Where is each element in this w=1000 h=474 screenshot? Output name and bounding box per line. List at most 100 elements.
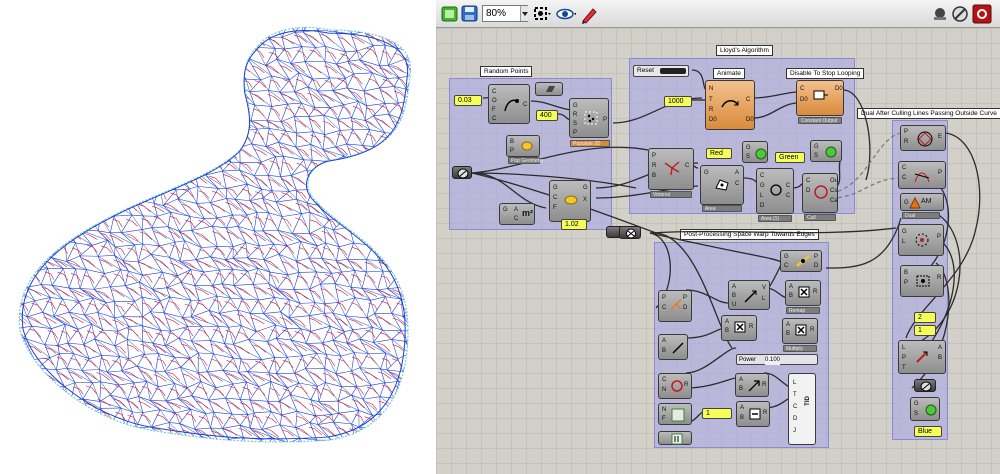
power-label: Power [739, 357, 757, 363]
curve-output-param[interactable] [914, 379, 936, 392]
distance-icon [670, 299, 682, 311]
dual-label: Dual [902, 212, 940, 219]
bounding-curve-component[interactable]: CO FC C [488, 84, 530, 124]
screenshot-root: 80% Random Points Lloyd's Algorithm Anim… [0, 0, 1000, 474]
weave-component[interactable]: CD Ou Cs Ca [802, 173, 838, 213]
red-panel[interactable]: Red [706, 148, 732, 159]
remap-label: Remap [786, 307, 820, 314]
grasshopper-canvas[interactable]: Random Points Lloyd's Algorithm Animate … [436, 28, 1000, 474]
curve-filter-component[interactable]: BPR [900, 265, 944, 297]
curve-closed-icon [770, 184, 782, 196]
bake-icon[interactable] [972, 4, 992, 24]
preview-blue-component[interactable]: GS [910, 397, 940, 421]
blue-panel[interactable]: Blue [914, 426, 942, 437]
grasshopper-editor: 80% Random Points Lloyd's Algorithm Anim… [436, 0, 1000, 474]
power-component[interactable]: ABR [735, 373, 769, 397]
populate-icon [584, 111, 598, 125]
seed-panel[interactable]: 0.03 [454, 95, 482, 106]
populate-2d-label: Populate 2D [570, 140, 610, 147]
one-panel[interactable]: 1 [914, 325, 936, 336]
dual-graph-component[interactable]: GLP [898, 224, 944, 256]
green-panel[interactable]: Green [775, 152, 805, 163]
voronoi-mesh-render [18, 26, 412, 443]
power-icon [748, 380, 760, 392]
cull-pattern-component-dual[interactable]: G AM [900, 193, 944, 211]
scale-icon [564, 195, 578, 205]
surface-boundary-component[interactable] [535, 82, 563, 96]
preview-red-component[interactable]: GS [742, 141, 768, 163]
curve-input-icon [457, 168, 469, 179]
list-icon [671, 433, 683, 445]
sketch-pen-icon[interactable] [580, 4, 600, 24]
open-file-icon[interactable] [440, 4, 460, 24]
anemone-loop-end-component[interactable]: C D0 D0 [796, 80, 844, 116]
warning-triangle-icon [909, 197, 921, 209]
area-component[interactable]: GAC m² [499, 203, 535, 225]
weave-icon [814, 185, 828, 199]
loop-start-icon [721, 100, 739, 108]
one-panel-post[interactable]: 1 [702, 408, 732, 419]
line-component[interactable]: AB [658, 334, 688, 360]
remap-input-param[interactable] [619, 226, 641, 239]
graph-mapper-component[interactable]: LTCDJ TID [788, 373, 816, 445]
delaunay-edges-component[interactable]: PRE [900, 125, 946, 151]
preview-green-component[interactable]: GS [810, 140, 842, 162]
pop-geometry-component[interactable]: BP [506, 135, 540, 157]
dispatch-icon [916, 351, 928, 363]
multiplication-component[interactable]: ABR [785, 280, 821, 306]
zoom-dropdown-arrow[interactable] [520, 6, 528, 21]
cancel-param-icon [626, 228, 636, 239]
circle-icon [671, 380, 683, 392]
vector-2pt-component[interactable]: ABU VL [728, 280, 770, 310]
subtract-icon [749, 408, 761, 420]
two-panel[interactable]: 2 [914, 312, 936, 323]
mesh-edges [19, 27, 411, 442]
outline-curve [18, 26, 412, 443]
curve-curve-intersect-component[interactable]: CCP [898, 161, 946, 189]
preview-icon [755, 148, 767, 160]
multiplication-component-3[interactable]: ABR [782, 318, 818, 344]
count-panel[interactable]: 400 [536, 110, 558, 121]
ratio-panel[interactable]: 1.02 [561, 219, 587, 230]
multiply-icon-3 [795, 324, 807, 336]
distance-component[interactable]: PC PD [658, 290, 692, 322]
voronoi-component[interactable]: PRB C [648, 148, 694, 190]
render-preview-icon[interactable] [930, 4, 950, 24]
intersect-icon [914, 172, 930, 183]
circle-cnr-component[interactable]: CNR [658, 373, 692, 399]
deconstruct-component[interactable]: NF [658, 403, 692, 425]
ratio-scale-component[interactable]: GCF GX [549, 180, 591, 222]
cull-pattern-component[interactable]: CGLD CC [756, 168, 794, 214]
anemone-loop-start-component[interactable]: NT R D0 C D0 [705, 80, 755, 130]
lemon-geometry-icon [521, 141, 533, 151]
curve-input-param[interactable] [452, 166, 472, 179]
preview-settings-icon[interactable] [532, 4, 552, 24]
region-icon [916, 275, 930, 287]
eye-preview-icon[interactable] [556, 4, 577, 24]
curve-closest-point-component[interactable]: GC PD [780, 250, 822, 272]
subtraction-component[interactable]: ABR [736, 401, 770, 427]
cull-label: Cull [804, 214, 836, 221]
power-slider[interactable]: Power 0.100 [736, 354, 818, 365]
area-centroid-component[interactable]: GAC [700, 165, 744, 205]
multiply-label: Multiply [783, 345, 817, 352]
delaunay-icon [917, 131, 933, 147]
constant-output-label: Constant Output [798, 117, 842, 124]
reset-button-label: Reset [637, 67, 654, 74]
populate-2d-component[interactable]: GR SP P [569, 98, 609, 138]
multiplication-component-2[interactable]: ABR [721, 315, 757, 341]
surface-icon [546, 86, 555, 92]
timer-panel[interactable]: 1000 [664, 96, 692, 107]
multiply-icon [798, 286, 810, 298]
line-icon [672, 342, 684, 354]
loop-end-icon [813, 90, 828, 100]
rhino-viewport-render [0, 0, 436, 474]
save-file-icon[interactable] [460, 4, 480, 24]
cancel-icon[interactable] [950, 4, 970, 24]
reset-button[interactable]: Reset [633, 65, 689, 77]
dual-graph-icon [915, 233, 929, 247]
deconstruct-icon [671, 408, 685, 422]
closest-point-icon [796, 255, 810, 267]
dispatch-component[interactable]: LPT AB [898, 340, 946, 374]
list-item-component[interactable] [658, 431, 692, 445]
